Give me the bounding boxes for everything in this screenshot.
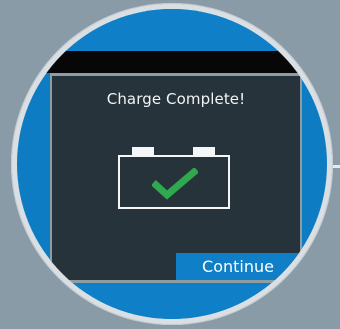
background: Charge Complete! Continue — [0, 0, 340, 329]
battery-terminal-right — [193, 147, 215, 155]
continue-button[interactable]: Continue — [176, 253, 300, 280]
magnifier-lens: Charge Complete! Continue — [11, 3, 333, 325]
footer-band — [17, 283, 327, 319]
page-title: Charge Complete! — [106, 90, 246, 108]
checkmark-icon — [152, 168, 198, 200]
charge-complete-screen: Charge Complete! Continue — [52, 76, 300, 280]
header-band — [17, 9, 327, 51]
battery-terminal-left — [132, 147, 154, 155]
top-bar — [17, 51, 327, 73]
device-display: Charge Complete! Continue — [17, 9, 327, 319]
